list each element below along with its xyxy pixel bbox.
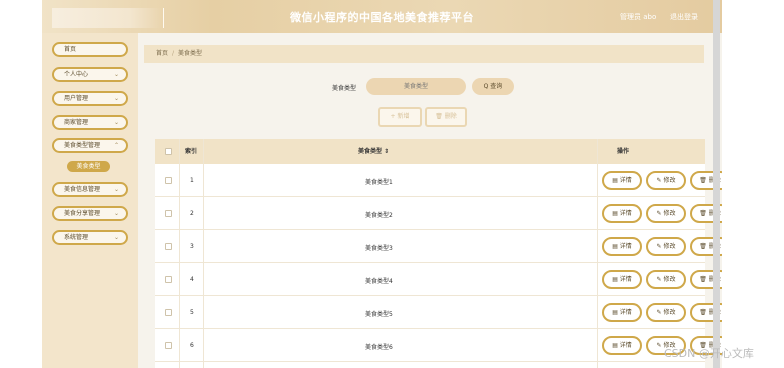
sidebar-item-label: 系统管理: [64, 234, 89, 241]
chevron-up-icon: ⌃: [113, 142, 119, 149]
row-index: 1: [190, 177, 194, 184]
data-table: 索引 美食类型 ⇕ 操作 1 美食类型1 ▤ 详情 ✎ 修改 🗑 删除 2 美食…: [155, 139, 722, 368]
column-header-operations: 操作: [617, 148, 630, 155]
logout-link[interactable]: 退出登录: [670, 12, 698, 22]
sidebar-item-label: 首页: [64, 46, 77, 53]
chevron-down-icon: ⌄: [113, 210, 119, 217]
watermark: CSDN @开心文库: [664, 347, 754, 360]
table-header: 索引 美食类型 ⇕ 操作: [155, 139, 705, 164]
detail-button[interactable]: ▤ 详情: [602, 204, 642, 223]
chevron-down-icon: ⌄: [113, 71, 119, 78]
breadcrumb-separator: /: [172, 50, 175, 57]
sidebar-item-label: 美食信息管理: [64, 186, 101, 193]
search-input[interactable]: [366, 78, 466, 95]
row-index: 4: [190, 276, 194, 283]
detail-button[interactable]: ▤ 详情: [602, 336, 642, 355]
sidebar-item-profile[interactable]: 个人中心 ⌄: [52, 67, 128, 82]
row-index: 3: [190, 243, 194, 250]
chevron-down-icon: ⌄: [113, 95, 119, 102]
delete-button[interactable]: 🗑 删除: [425, 107, 467, 127]
search-label: 美食类型: [332, 85, 357, 92]
row-index: 5: [190, 309, 194, 316]
edit-button[interactable]: ✎ 修改: [646, 270, 686, 289]
sidebar-item-users[interactable]: 用户管理 ⌄: [52, 91, 128, 106]
table-row: 1 美食类型1 ▤ 详情 ✎ 修改 🗑 删除: [155, 164, 722, 197]
add-button[interactable]: + 新增: [378, 107, 422, 127]
table-row: 2 美食类型2 ▤ 详情 ✎ 修改 🗑 删除: [155, 197, 722, 230]
sidebar-item-food-share[interactable]: 美食分享管理 ⌄: [52, 206, 128, 221]
sidebar-item-food-types[interactable]: 美食类型管理 ⌃: [52, 138, 128, 153]
sidebar-item-food-info[interactable]: 美食信息管理 ⌄: [52, 182, 128, 197]
sidebar-item-label: 用户管理: [64, 95, 89, 102]
row-checkbox[interactable]: [165, 309, 172, 316]
table-row: 4 美食类型4 ▤ 详情 ✎ 修改 🗑 删除: [155, 263, 722, 296]
search-button[interactable]: Q 查询: [472, 78, 514, 95]
sidebar-item-home[interactable]: 首页: [52, 42, 128, 57]
breadcrumb-home[interactable]: 首页: [156, 50, 168, 57]
row-food-type: 美食类型4: [365, 278, 393, 285]
breadcrumb: 首页 / 美食类型: [144, 45, 704, 63]
select-all-checkbox[interactable]: [165, 148, 172, 155]
breadcrumb-current: 美食类型: [178, 50, 203, 57]
sidebar-item-label: 个人中心: [64, 71, 89, 78]
sidebar-item-merchants[interactable]: 商家管理 ⌄: [52, 115, 128, 130]
detail-button[interactable]: ▤ 详情: [602, 303, 642, 322]
vertical-scrollbar[interactable]: [713, 0, 720, 368]
column-header-food-type[interactable]: 美食类型 ⇕: [358, 139, 389, 164]
current-user-label: 管理员 abo: [620, 13, 657, 21]
sidebar-item-label: 美食类型管理: [64, 142, 101, 149]
sidebar-item-system[interactable]: 系统管理 ⌄: [52, 230, 128, 245]
sidebar-item-label: 美食分享管理: [64, 210, 101, 217]
sidebar-item-label: 商家管理: [64, 119, 89, 126]
table-row: 3 美食类型3 ▤ 详情 ✎ 修改 🗑 删除: [155, 230, 722, 263]
row-food-type: 美食类型6: [365, 344, 393, 351]
column-header-index: 索引: [185, 148, 198, 155]
row-food-type: 美食类型2: [365, 212, 393, 219]
chevron-down-icon: ⌄: [113, 186, 119, 193]
edit-button[interactable]: ✎ 修改: [646, 171, 686, 190]
row-food-type: 美食类型5: [365, 311, 393, 318]
top-header: 微信小程序的中国各地美食推荐平台 管理员 abo 退出登录: [42, 0, 722, 33]
row-food-type: 美食类型1: [365, 179, 393, 186]
chevron-down-icon: ⌄: [113, 234, 119, 241]
table-row: 6 美食类型6 ▤ 详情 ✎ 修改 🗑 删除: [155, 329, 722, 362]
row-checkbox[interactable]: [165, 210, 172, 217]
row-checkbox[interactable]: [165, 342, 172, 349]
edit-button[interactable]: ✎ 修改: [646, 204, 686, 223]
row-checkbox[interactable]: [165, 243, 172, 250]
detail-button[interactable]: ▤ 详情: [602, 171, 642, 190]
table-row: 5 美食类型5 ▤ 详情 ✎ 修改 🗑 删除: [155, 296, 722, 329]
row-index: 6: [190, 342, 194, 349]
row-checkbox[interactable]: [165, 177, 172, 184]
chevron-down-icon: ⌄: [113, 119, 119, 126]
detail-button[interactable]: ▤ 详情: [602, 270, 642, 289]
submenu-item-food-type[interactable]: 美食类型: [67, 161, 110, 172]
row-food-type: 美食类型3: [365, 245, 393, 252]
row-checkbox[interactable]: [165, 276, 172, 283]
detail-button[interactable]: ▤ 详情: [602, 237, 642, 256]
sidebar: 首页 个人中心 ⌄ 用户管理 ⌄ 商家管理 ⌄ 美食类型管理 ⌃ 美食类型 美食…: [42, 33, 138, 368]
edit-button[interactable]: ✎ 修改: [646, 303, 686, 322]
app-window: 微信小程序的中国各地美食推荐平台 管理员 abo 退出登录 首页 个人中心 ⌄ …: [42, 0, 722, 368]
right-margin: [722, 0, 784, 368]
row-index: 2: [190, 210, 194, 217]
edit-button[interactable]: ✎ 修改: [646, 237, 686, 256]
